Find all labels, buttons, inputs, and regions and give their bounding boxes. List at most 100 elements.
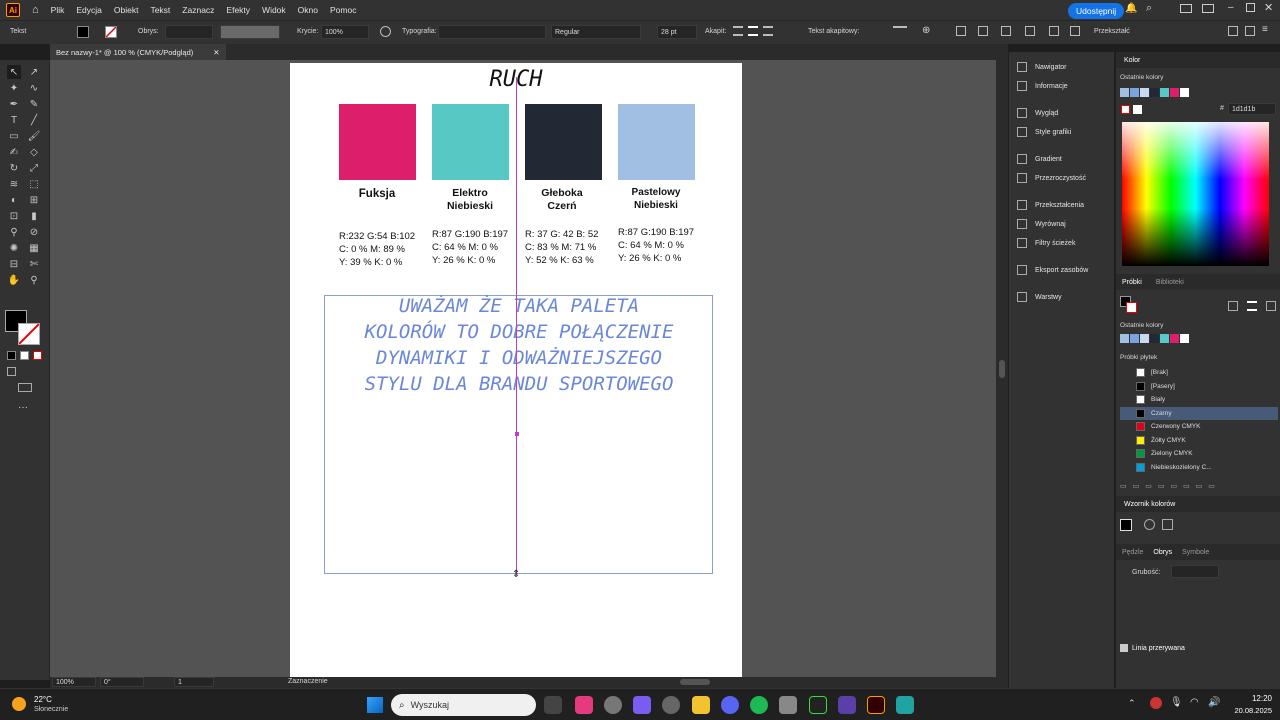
transform-label[interactable]: Przekształć: [1094, 28, 1130, 35]
swatch-stroke-icon[interactable]: [1126, 302, 1137, 313]
recent-color-chip[interactable]: [1170, 334, 1179, 343]
vertical-scrollbar[interactable]: [996, 60, 1008, 677]
recent-color-chip[interactable]: [1170, 88, 1179, 97]
illustrator-taskbar-icon[interactable]: [867, 696, 885, 714]
panel-informacje[interactable]: Informacje: [1017, 81, 1068, 91]
windows-start-icon[interactable]: [367, 697, 383, 713]
panel-filtry-sciezek[interactable]: Filtry ścieżek: [1017, 238, 1075, 248]
type-tool-icon[interactable]: T: [7, 113, 21, 127]
panel-options-icon[interactable]: [1245, 26, 1255, 36]
stroke-weight-input[interactable]: [1171, 565, 1219, 578]
stroke-weight-field[interactable]: [165, 25, 213, 39]
free-transform-icon[interactable]: ⬚: [27, 177, 41, 191]
swatch-row[interactable]: [Brak]: [1120, 366, 1278, 379]
file-explorer-icon[interactable]: [692, 696, 710, 714]
hamburger-icon[interactable]: ≡: [1262, 24, 1268, 35]
recent-color-chip[interactable]: [1120, 88, 1129, 97]
workspace-icon[interactable]: [1180, 4, 1192, 13]
wifi-icon[interactable]: ◠: [1190, 697, 1199, 708]
recent-color-chip[interactable]: [1160, 88, 1169, 97]
rectangle-tool-icon[interactable]: ▭: [7, 129, 21, 143]
weather-temp[interactable]: 22°C: [34, 695, 52, 704]
list-view-icon[interactable]: [1247, 301, 1257, 311]
gradient-mode-icon[interactable]: [20, 351, 29, 360]
isolate-icon[interactable]: [1001, 26, 1011, 36]
eyedropper-icon[interactable]: ⚲: [7, 225, 21, 239]
microphone-icon[interactable]: 🎙: [1170, 697, 1183, 708]
zoom-tool-icon[interactable]: ⚲: [27, 273, 41, 287]
artboard-number-field[interactable]: 1: [174, 677, 214, 687]
recent-color-chip[interactable]: [1180, 88, 1189, 97]
tab-obrys[interactable]: Obrys: [1153, 549, 1172, 556]
share-button[interactable]: Udostępnij: [1068, 3, 1125, 19]
eraser-tool-icon[interactable]: ◇: [27, 145, 41, 159]
tray-chevron-icon[interactable]: ⌃: [1128, 698, 1136, 709]
instagram-icon[interactable]: [575, 696, 593, 714]
recent-color-chip[interactable]: [1180, 334, 1189, 343]
recent-color-chip[interactable]: [1150, 88, 1159, 97]
menu-widok[interactable]: Widok: [262, 5, 286, 15]
maximize-icon[interactable]: [1246, 3, 1255, 12]
reference-point-icon[interactable]: [1025, 26, 1035, 36]
recent-color-chip[interactable]: [1130, 88, 1139, 97]
draw-mode-icon[interactable]: [7, 367, 16, 376]
curvature-tool-icon[interactable]: ✎: [27, 97, 41, 111]
scroll-thumb[interactable]: [999, 360, 1005, 378]
artboard[interactable]: RUCH Fuksja Elektro Niebieski Głeboka Cz…: [290, 63, 742, 677]
color-swatch-fuksja[interactable]: [339, 104, 416, 180]
stroke-swatch[interactable]: [105, 26, 117, 38]
line-tool-icon[interactable]: ╱: [27, 113, 41, 127]
swatch-row[interactable]: Czerwony CMYK: [1120, 420, 1278, 433]
recent-color-chip[interactable]: [1150, 334, 1159, 343]
screen-mode-icon[interactable]: [18, 383, 32, 392]
brush-panel-title[interactable]: Wzornik kolorów: [1124, 501, 1175, 508]
swatch-row[interactable]: Biały: [1120, 393, 1278, 406]
tray-app-icon[interactable]: [1150, 697, 1162, 709]
perspective-grid-icon[interactable]: ⊞: [27, 193, 41, 207]
headline-text[interactable]: UWAŻAM ŻE TAKA PALETA KOLORÓW TO DOBRE P…: [324, 293, 714, 397]
rotate-tool-icon[interactable]: ↻: [7, 161, 21, 175]
shape-builder-icon[interactable]: ◐: [7, 193, 21, 207]
app-w-icon[interactable]: [838, 696, 856, 714]
align-objects-icon[interactable]: [956, 26, 966, 36]
menu-plik[interactable]: Plik: [51, 5, 65, 15]
arrange-icon[interactable]: [1202, 4, 1214, 13]
opacity-field[interactable]: 100%: [321, 25, 369, 39]
fill-swatch[interactable]: [77, 26, 89, 38]
magic-wand-icon[interactable]: ✦: [7, 81, 21, 95]
panel-wyrownaj[interactable]: Wyrównaj: [1017, 219, 1066, 229]
font-family-field[interactable]: [438, 25, 546, 39]
terminal-icon[interactable]: [809, 696, 827, 714]
panel-gradient[interactable]: Gradient: [1017, 154, 1062, 164]
tab-probki[interactable]: Próbki: [1122, 279, 1142, 286]
blend-tool-icon[interactable]: ⊘: [27, 225, 41, 239]
hand-tool-icon[interactable]: ✋: [7, 273, 21, 287]
swatch-options-icon[interactable]: [1266, 301, 1276, 311]
pen-tool-icon[interactable]: ✒: [7, 97, 21, 111]
selection-tool-icon[interactable]: ↖: [7, 65, 21, 79]
menu-okno[interactable]: Okno: [298, 5, 318, 15]
menu-obiekt[interactable]: Obiekt: [114, 5, 139, 15]
paintbrush-tool-icon[interactable]: 🖌: [27, 129, 41, 143]
threaded-options-icon[interactable]: [893, 26, 907, 36]
rotation-field[interactable]: 0°: [100, 677, 144, 687]
align-right-icon[interactable]: [763, 26, 773, 36]
app-list-icon[interactable]: [896, 696, 914, 714]
swatch-row[interactable]: Żółty CMYK: [1120, 434, 1278, 447]
shaper-tool-icon[interactable]: ✍: [7, 145, 21, 159]
font-size-field[interactable]: 28 pt: [657, 25, 697, 39]
color-swatch-gleboka-czern[interactable]: [525, 104, 602, 180]
color-swatch-pastelowy-niebieski[interactable]: [618, 104, 695, 180]
lasso-icon[interactable]: ∿: [27, 81, 41, 95]
color-spectrum[interactable]: [1122, 122, 1269, 266]
edit-colors-icon[interactable]: [1162, 519, 1173, 530]
swatch-row[interactable]: [Pasery]: [1120, 380, 1278, 393]
steam-icon[interactable]: [779, 696, 797, 714]
artboard-tool-icon[interactable]: ⊟: [7, 257, 21, 271]
panel-nawigator[interactable]: Nawigator: [1017, 62, 1067, 72]
font-style-field[interactable]: Regular: [551, 25, 641, 39]
swatch-toolbar[interactable]: ▭▭▭▭▭▭▭▭: [1120, 482, 1270, 492]
bell-icon[interactable]: 🔔: [1125, 3, 1137, 14]
panel-eksport-zasobow[interactable]: Eksport zasobów: [1017, 265, 1088, 275]
brush-field[interactable]: [220, 25, 280, 39]
